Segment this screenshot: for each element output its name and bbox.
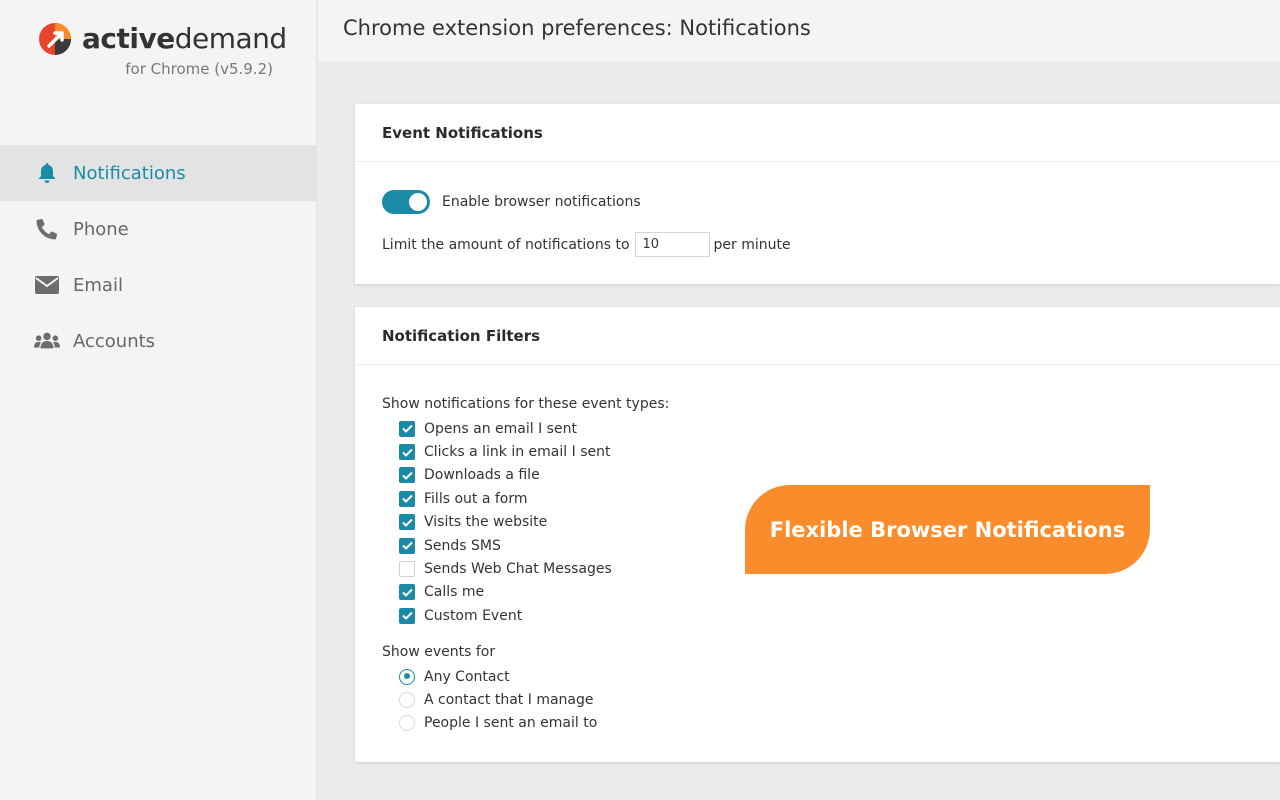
checkbox-checked-icon[interactable] — [399, 584, 415, 601]
toggle-knob — [409, 193, 427, 211]
sidebar-item-phone[interactable]: Phone — [0, 201, 317, 257]
checkbox-label: Clicks a link in email I sent — [424, 444, 611, 461]
sidebar-item-label: Accounts — [73, 330, 156, 352]
show-events-radio-group: Any Contact A contact that I manage Peop… — [399, 665, 597, 735]
phone-icon — [34, 218, 60, 240]
radio-label: Any Contact — [424, 668, 510, 685]
brand-subtitle: for Chrome (v5.9.2) — [125, 60, 273, 78]
sidebar-item-label: Phone — [73, 218, 129, 240]
checkbox-item[interactable]: Opens an email I sent — [399, 417, 612, 440]
checkbox-unchecked-icon[interactable] — [399, 561, 415, 578]
checkbox-item[interactable]: Custom Event — [399, 604, 612, 627]
brand-logo: activedemand — [38, 22, 287, 56]
checkbox-checked-icon[interactable] — [399, 537, 415, 554]
sidebar-item-notifications[interactable]: Notifications — [0, 145, 317, 201]
page-header: Chrome extension preferences: Notificati… — [318, 0, 1280, 63]
checkbox-item[interactable]: Sends Web Chat Messages — [399, 557, 612, 580]
checkbox-checked-icon[interactable] — [399, 607, 415, 624]
enable-notifications-row: Enable browser notifications — [382, 190, 641, 214]
checkbox-label: Fills out a form — [424, 490, 528, 507]
checkbox-label: Visits the website — [424, 514, 548, 531]
show-events-label: Show events for — [382, 644, 496, 660]
limit-suffix-label: per minute — [713, 236, 791, 253]
sidebar-item-label: Notifications — [73, 162, 186, 184]
checkbox-item[interactable]: Fills out a form — [399, 487, 612, 510]
radio-item[interactable]: Any Contact — [399, 665, 597, 688]
checkbox-label: Custom Event — [424, 607, 523, 624]
radio-unselected-icon[interactable] — [399, 692, 415, 709]
checkbox-checked-icon[interactable] — [399, 467, 415, 484]
sidebar-item-accounts[interactable]: Accounts — [0, 313, 317, 369]
checkbox-item[interactable]: Clicks a link in email I sent — [399, 440, 612, 463]
notification-limit-input[interactable] — [634, 232, 710, 257]
radio-selected-icon[interactable] — [399, 668, 415, 685]
checkbox-checked-icon[interactable] — [399, 444, 415, 461]
notification-limit-row: Limit the amount of notifications to per… — [382, 232, 791, 257]
event-notifications-card: Event Notifications Enable browser notif… — [355, 104, 1280, 284]
checkbox-checked-icon[interactable] — [399, 490, 415, 507]
radio-unselected-icon[interactable] — [399, 715, 415, 732]
event-notifications-title: Event Notifications — [355, 104, 1280, 162]
checkbox-checked-icon[interactable] — [399, 420, 415, 437]
limit-prefix-label: Limit the amount of notifications to — [382, 236, 630, 253]
checkbox-item[interactable]: Visits the website — [399, 511, 612, 534]
brand-logo-icon — [38, 22, 72, 56]
checkbox-label: Sends Web Chat Messages — [424, 561, 612, 578]
checkbox-label: Sends SMS — [424, 537, 501, 554]
enable-notifications-toggle[interactable] — [382, 190, 430, 214]
sidebar: activedemand for Chrome (v5.9.2) Notific… — [0, 0, 317, 800]
sidebar-item-email[interactable]: Email — [0, 257, 317, 313]
checkbox-checked-icon[interactable] — [399, 514, 415, 531]
event-types-label: Show notifications for these event types… — [382, 396, 670, 412]
checkbox-label: Downloads a file — [424, 467, 540, 484]
bell-icon — [34, 162, 60, 184]
radio-item[interactable]: A contact that I manage — [399, 688, 597, 711]
notification-filters-title: Notification Filters — [355, 307, 1280, 365]
radio-item[interactable]: People I sent an email to — [399, 712, 597, 735]
promo-banner: Flexible Browser Notifications — [745, 485, 1150, 574]
checkbox-item[interactable]: Sends SMS — [399, 534, 612, 557]
checkbox-label: Opens an email I sent — [424, 420, 577, 437]
enable-notifications-label: Enable browser notifications — [442, 194, 641, 210]
checkbox-label: Calls me — [424, 584, 485, 601]
radio-label: A contact that I manage — [424, 692, 594, 709]
page-title: Chrome extension preferences: Notificati… — [343, 16, 811, 40]
sidebar-item-label: Email — [73, 274, 123, 296]
event-types-list: Opens an email I sent Clicks a link in e… — [399, 417, 612, 628]
envelope-icon — [34, 274, 60, 296]
brand-name: activedemand — [82, 22, 287, 55]
checkbox-item[interactable]: Calls me — [399, 581, 612, 604]
radio-label: People I sent an email to — [424, 715, 598, 732]
users-icon — [34, 330, 60, 352]
checkbox-item[interactable]: Downloads a file — [399, 464, 612, 487]
sidebar-nav: Notifications Phone Email Accounts — [0, 145, 317, 369]
